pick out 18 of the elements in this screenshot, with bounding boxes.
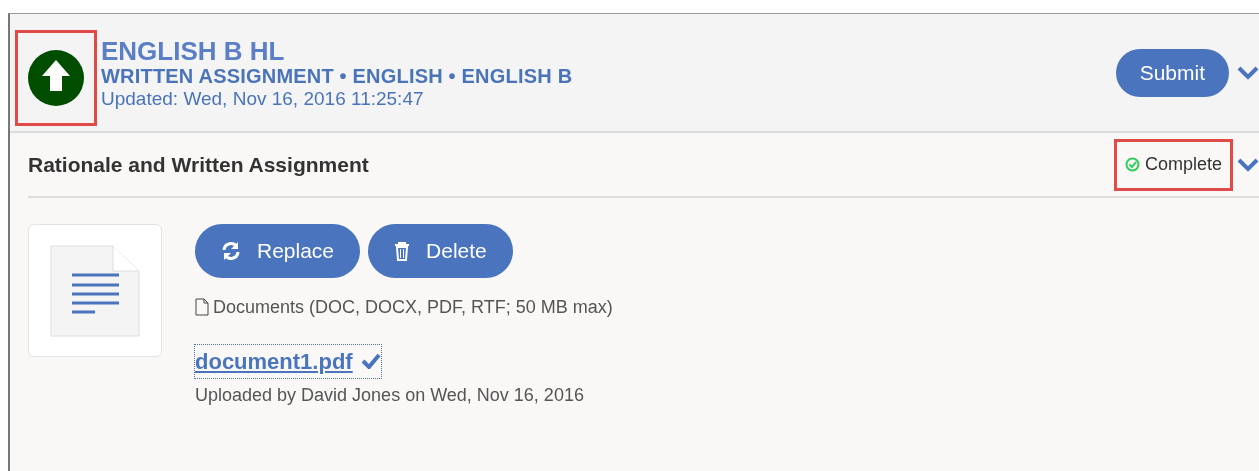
- updated-timestamp: Updated: Wed, Nov 16, 2016 11:25:47: [101, 87, 425, 112]
- file-link[interactable]: document1.pdf: [195, 344, 381, 378]
- replace-button[interactable]: Replace: [195, 224, 361, 278]
- assignment-subtitle: WRITTEN ASSIGNMENT • ENGLISH • ENGLISH B: [101, 65, 573, 88]
- accepted-file-types: Documents (DOC, DOCX, PDF, RTF; 50 MB max): [213, 295, 613, 319]
- submit-button[interactable]: Submit: [1115, 49, 1229, 97]
- refresh-icon: [221, 240, 241, 261]
- upload-icon: [25, 47, 87, 109]
- chevron-down-icon[interactable]: [1237, 64, 1259, 81]
- chevron-down-icon[interactable]: [1237, 156, 1259, 173]
- status-label: Complete: [1113, 138, 1233, 191]
- file-icon: [195, 298, 209, 316]
- check-circle-icon: [1124, 157, 1140, 172]
- delete-button[interactable]: Delete: [368, 224, 513, 278]
- upload-info: Uploaded by David Jones on Wed, Nov 16, 2016: [195, 383, 585, 407]
- trash-icon: [394, 240, 411, 261]
- section-title: Rationale and Written Assignment: [28, 151, 369, 178]
- assignment-title: ENGLISH B HL: [101, 38, 286, 66]
